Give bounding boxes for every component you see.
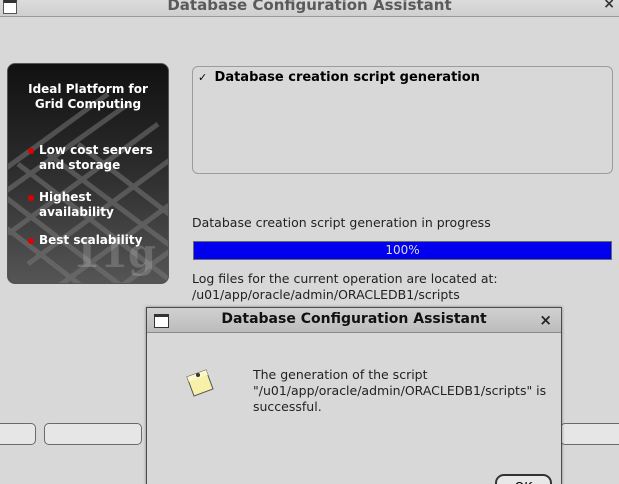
close-icon[interactable]: × [539,311,552,329]
message-dialog: Database Configuration Assistant × The g… [146,307,562,484]
promo-heading: Ideal Platform for Grid Computing [8,82,168,112]
progress-bar: 100% [193,241,612,260]
promo-bullet: Highest availability [28,190,168,220]
promo-heading-line2: Grid Computing [34,97,142,111]
step-item: ✓ Database creation script generation [198,70,480,85]
check-icon: ✓ [198,71,208,84]
hidden-main-button[interactable] [560,423,619,445]
progress-label: Database creation script generation in p… [192,215,491,230]
bullet-dot-icon [28,148,34,154]
dialog-message-line2: "/u01/app/oracle/admin/ORACLEDB1/scripts… [253,383,547,398]
close-icon[interactable]: × [603,0,615,12]
promo-bullet-text: Low cost servers [39,143,153,157]
brand-11g-logo: 11g [72,230,156,277]
dialog-message: The generation of the script "/u01/app/o… [253,367,546,415]
progress-percent: 100% [385,243,420,257]
dialog-titlebar[interactable]: Database Configuration Assistant × [147,308,561,333]
dialog-title: Database Configuration Assistant [221,311,487,327]
main-window-title: Database Configuration Assistant [167,0,452,14]
log-location-label: Log files for the current operation are … [192,271,498,286]
promo-bullet-text-2: and storage [39,158,121,172]
bullet-dot-icon [28,195,34,201]
hidden-main-button[interactable] [44,423,142,445]
promo-bullet-text: Highest availability [39,190,114,219]
bullet-dot-icon [28,238,34,244]
note-icon [186,369,214,397]
ok-button[interactable]: OK [495,474,552,484]
dialog-message-line1: The generation of the script [253,367,428,382]
dialog-body: The generation of the script "/u01/app/o… [147,333,561,484]
promo-bullet: Low cost servers and storage [28,143,153,173]
steps-panel: ✓ Database creation script generation [192,66,613,174]
screen: Database Configuration Assistant × Ideal… [0,0,619,484]
log-location-path: /u01/app/oracle/admin/ORACLEDB1/scripts [192,287,460,302]
dialog-message-line3: successful. [253,399,322,414]
hidden-main-button[interactable] [0,423,36,445]
ok-button-label: OK [498,477,549,484]
step-label: Database creation script generation [214,70,480,85]
promo-heading-line1: Ideal Platform for [28,82,148,96]
main-titlebar: Database Configuration Assistant × [0,0,619,17]
promo-panel: Ideal Platform for Grid Computing Low co… [7,63,169,284]
